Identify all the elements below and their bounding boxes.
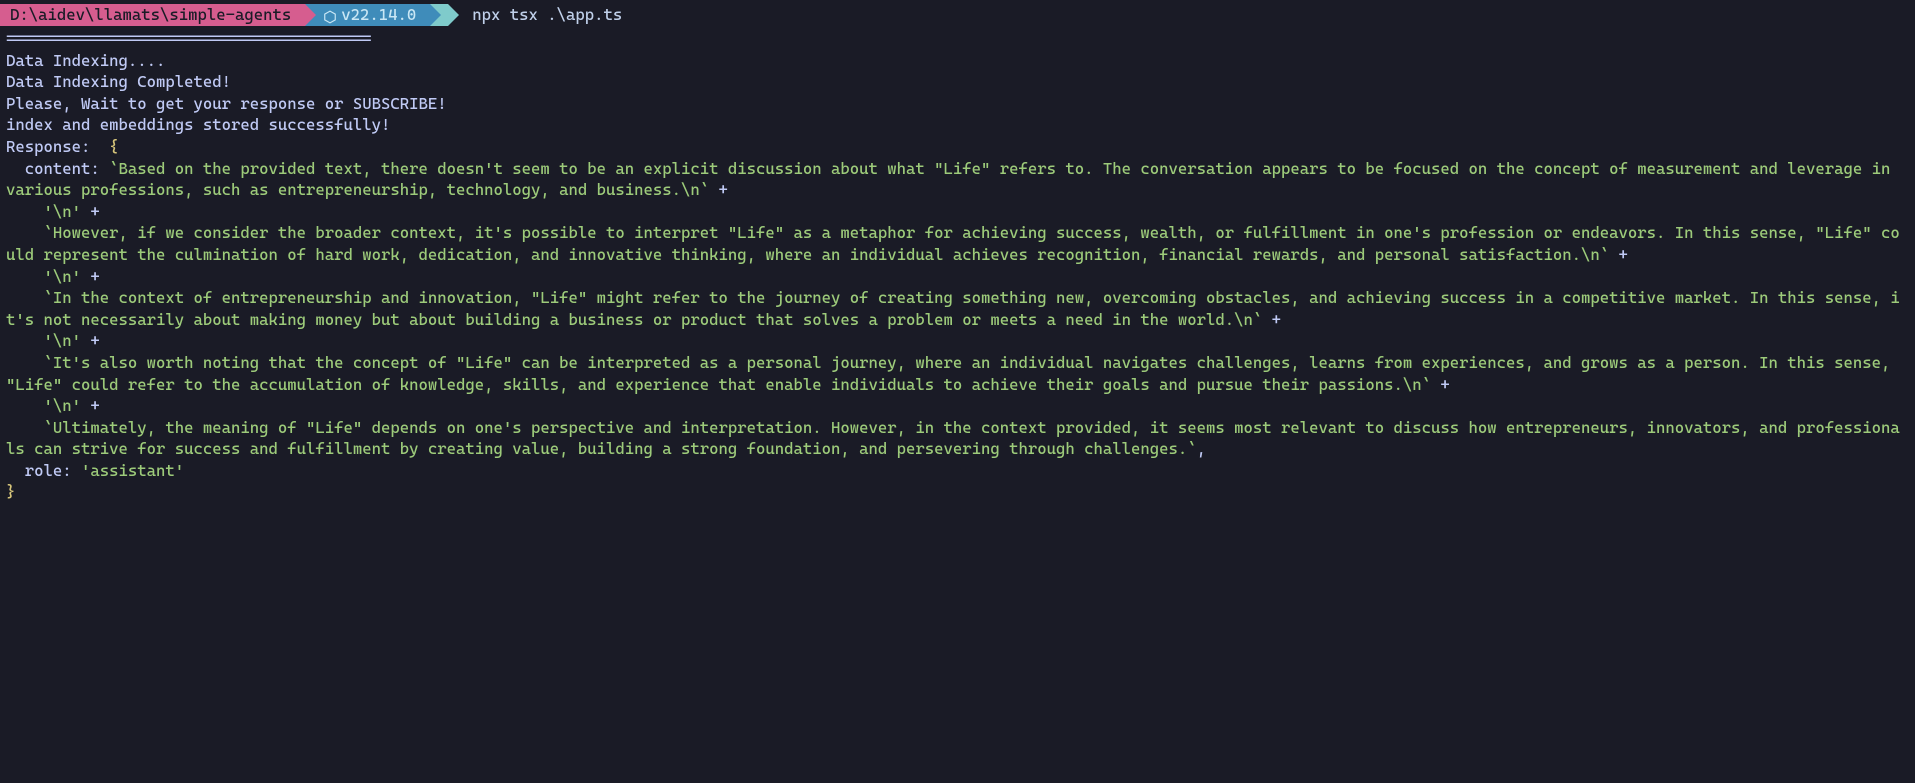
content-segment: `Based on the provided text, there doesn… (6, 159, 1900, 200)
prompt-node-segment: v22.14.0 (305, 4, 430, 26)
brace: } (6, 482, 15, 501)
plus-op: + (81, 396, 100, 415)
output-line: Please, Wait to get your response or SUB… (6, 94, 447, 113)
newline-literal: '\n' (6, 331, 81, 350)
plus-op: + (709, 180, 728, 199)
divider-line: ======================================= (6, 29, 372, 48)
plus-op: + (1609, 245, 1628, 264)
output-line: Data Indexing Completed! (6, 72, 231, 91)
role-key: role: (6, 461, 81, 480)
newline-literal: '\n' (6, 267, 81, 286)
content-key: content: (6, 159, 109, 178)
newline-literal: '\n' (6, 396, 81, 415)
hexagon-icon (323, 8, 337, 22)
brace: { (109, 137, 118, 156)
plus-op: + (1262, 310, 1281, 329)
terminal-prompt[interactable]: D:\aidev\llamats\simple-agents v22.14.0 … (0, 4, 1915, 26)
content-segment: `Ultimately, the meaning of "Life" depen… (6, 418, 1900, 459)
prompt-node-version: v22.14.0 (341, 4, 416, 26)
output-line: index and embeddings stored successfully… (6, 115, 390, 134)
plus-op: + (81, 202, 100, 221)
role-value: 'assistant' (81, 461, 184, 480)
content-segment: `It's also worth noting that the concept… (6, 353, 1900, 394)
newline-literal: '\n' (6, 202, 81, 221)
command-text: npx tsx .\app.ts (472, 4, 622, 26)
plus-op: + (1431, 375, 1450, 394)
plus-op: + (81, 267, 100, 286)
comma: , (1197, 439, 1206, 458)
output-line: Data Indexing.... (6, 51, 165, 70)
response-label: Response: (6, 137, 109, 156)
prompt-path-segment: D:\aidev\llamats\simple-agents (0, 4, 305, 26)
plus-op: + (81, 331, 100, 350)
terminal-output[interactable]: ======================================= … (0, 28, 1915, 503)
content-segment: `In the context of entrepreneurship and … (6, 288, 1900, 329)
prompt-path-text: D:\aidev\llamats\simple-agents (10, 4, 291, 26)
